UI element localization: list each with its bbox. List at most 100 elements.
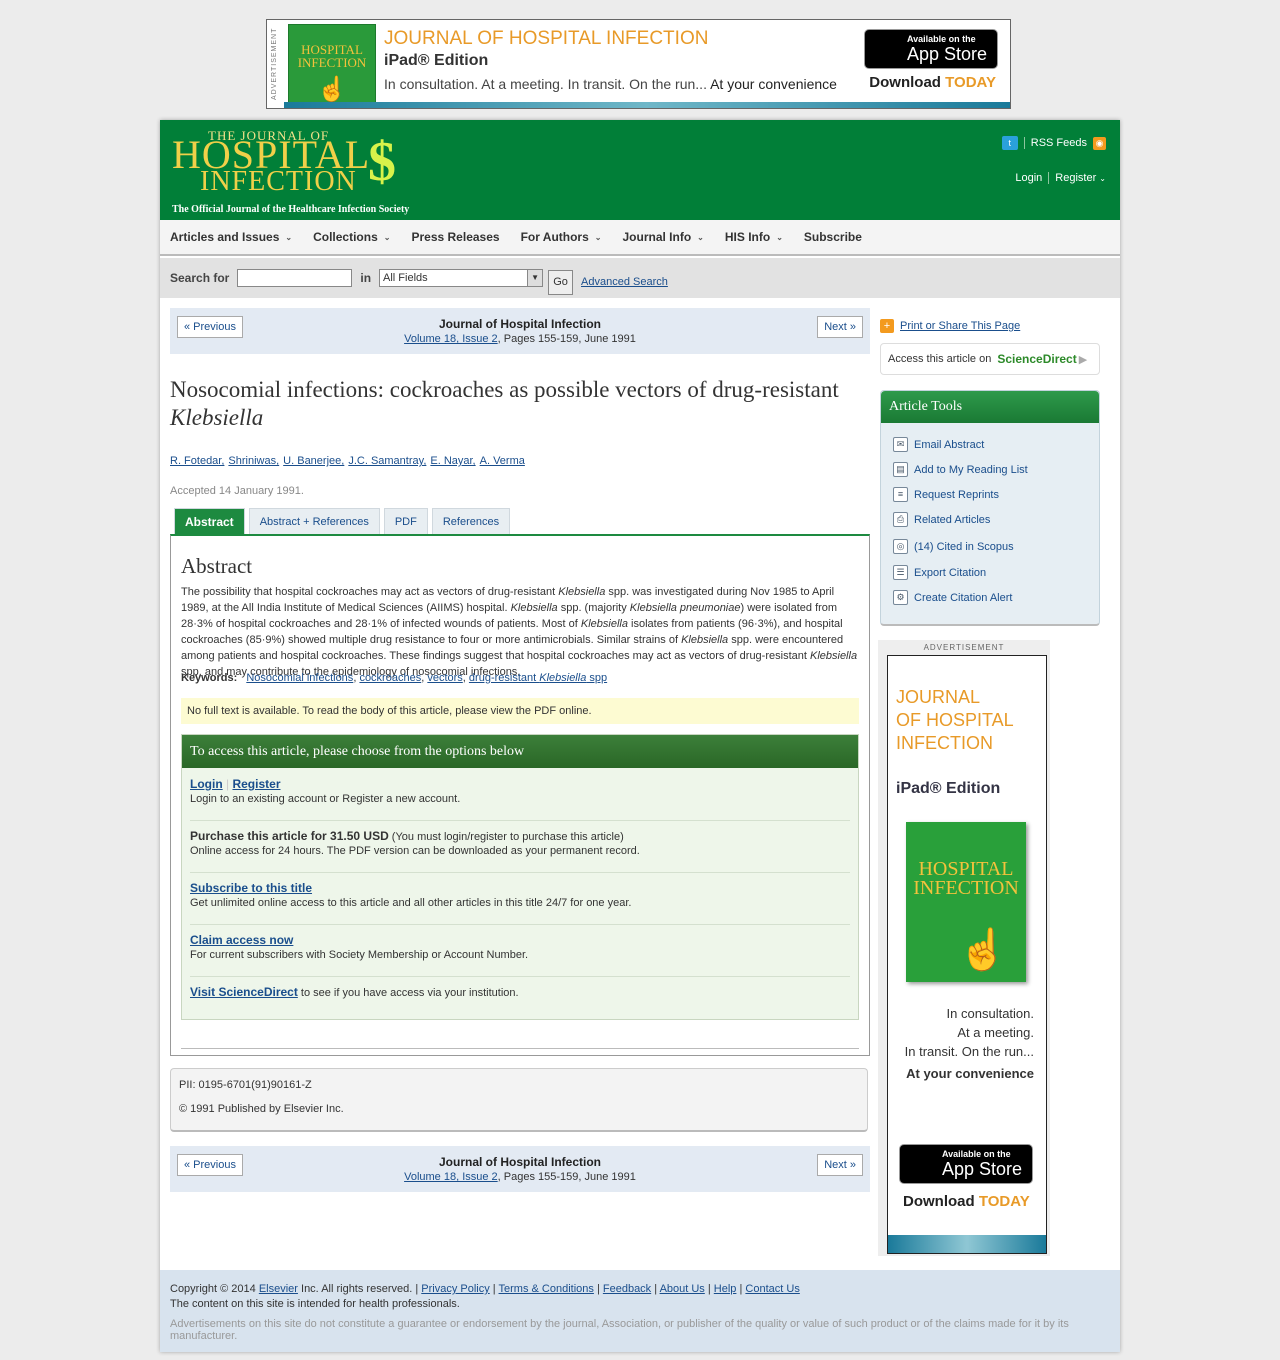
tool-reading-list[interactable]: ▤ Add to My Reading List xyxy=(893,462,1028,477)
tab-pdf[interactable]: PDF xyxy=(383,508,428,534)
advanced-search-link[interactable]: Advanced Search xyxy=(581,276,668,288)
tool-label: Create Citation Alert xyxy=(914,591,1013,604)
footer-disclaimer: Advertisements on this site do not const… xyxy=(170,1318,1069,1342)
twitter-icon[interactable]: t xyxy=(1001,136,1018,150)
author-link[interactable]: A. Verma xyxy=(480,455,525,467)
abstract-span: The possibility that hospital cockroache… xyxy=(181,586,559,598)
app-store-button[interactable]: Available on the App Store xyxy=(899,1144,1033,1184)
tool-reprints[interactable]: ≡ Request Reprints xyxy=(893,487,999,502)
purchase-link[interactable]: Purchase this article for 31.50 USD xyxy=(190,829,389,843)
abstract-heading: Abstract xyxy=(181,554,253,578)
footer-link-about-us[interactable]: About Us xyxy=(660,1283,705,1295)
keyword-link[interactable]: cockroaches xyxy=(359,672,421,684)
tool-email[interactable]: ✉ Email Abstract xyxy=(893,437,984,452)
sciencedirect-access[interactable]: Access this article on ScienceDirect ▶ xyxy=(880,343,1100,375)
advertisement-label: ADVERTISEMENT xyxy=(923,643,1005,652)
side-ad-tagline-2: At a meeting. xyxy=(957,1025,1034,1040)
author-link[interactable]: Shriniwas, xyxy=(228,455,279,467)
login-link[interactable]: Login xyxy=(190,777,223,791)
side-advertisement[interactable]: ADVERTISEMENT JOURNAL OF HOSPITAL INFECT… xyxy=(878,640,1050,1256)
tab-references[interactable]: References xyxy=(431,508,511,534)
search-input[interactable] xyxy=(237,269,353,287)
author-link[interactable]: E. Nayar, xyxy=(430,455,475,467)
ad-tagline-a: In consultation. At a meeting. In transi… xyxy=(384,76,707,92)
nav-item-label: Collections xyxy=(313,230,378,244)
visit-sciencedirect-link[interactable]: Visit ScienceDirect xyxy=(190,985,298,999)
claim-access-link[interactable]: Claim access now xyxy=(190,933,293,947)
keyword-link[interactable]: drug-resistant Klebsiella spp xyxy=(469,672,607,684)
sciencedirect-logo[interactable]: ScienceDirect xyxy=(997,352,1076,366)
register-link[interactable]: Register xyxy=(232,777,280,791)
publication-info: PII: 0195-6701(91)90161-Z © 1991 Publish… xyxy=(170,1068,868,1132)
side-ad-edition: iPad® Edition xyxy=(896,780,1001,797)
tab-abstract-references[interactable]: Abstract + References xyxy=(248,508,380,534)
keyword-link[interactable]: vectors xyxy=(427,672,462,684)
footer-link-help[interactable]: Help xyxy=(714,1283,737,1295)
go-button[interactable]: Go xyxy=(548,269,574,295)
next-button[interactable]: Next » xyxy=(817,316,863,338)
nav-item-label: Subscribe xyxy=(803,230,862,244)
footer-link-contact-us[interactable]: Contact Us xyxy=(745,1283,799,1295)
ad-download: Download TODAY xyxy=(869,74,996,91)
claim-description: For current subscribers with Society Mem… xyxy=(190,949,529,961)
journal-name: Journal of Hospital Infection xyxy=(438,317,601,331)
copyright-text: © 1991 Published by Elsevier Inc. xyxy=(179,1103,344,1115)
access-on-label: Access this article on xyxy=(888,353,992,365)
login-link[interactable]: Login xyxy=(1015,172,1042,184)
side-ad-cover-title: HOSPITAL INFECTION xyxy=(913,858,1019,899)
print-share[interactable]: + Print or Share This Page xyxy=(880,319,1020,333)
print-share-link[interactable]: Print or Share This Page xyxy=(900,320,1020,332)
chevron-down-icon: ⌄ xyxy=(594,232,602,242)
nav-item-journal-info[interactable]: Journal Info ⌄ xyxy=(622,230,703,244)
journal-logo[interactable]: THE JOURNAL OF HOSPITAL INFECTION $ The … xyxy=(170,128,430,216)
rss-feeds-link[interactable]: RSS Feeds xyxy=(1031,137,1087,149)
chevron-down-icon: ⌄ xyxy=(285,232,293,242)
top-advertisement[interactable]: ADVERTISEMENT HOSPITAL INFECTION ☝ JOURN… xyxy=(266,19,1011,109)
subscribe-link[interactable]: Subscribe to this title xyxy=(190,881,312,895)
access-option-purchase: Purchase this article for 31.50 USD (You… xyxy=(190,829,850,873)
abstract-italic: Klebsiella pneumoniae xyxy=(629,602,741,614)
nav-item-collections[interactable]: Collections ⌄ xyxy=(313,230,390,244)
nav-item-articles-and-issues[interactable]: Articles and Issues ⌄ xyxy=(170,230,292,244)
tap-hand-icon: ☝ xyxy=(317,76,347,103)
nav-item-his-info[interactable]: HIS Info ⌄ xyxy=(725,230,783,244)
nav-item-for-authors[interactable]: For Authors ⌄ xyxy=(521,230,602,244)
author-link[interactable]: R. Fotedar, xyxy=(170,455,224,467)
nav-item-label: For Authors xyxy=(520,230,589,244)
volume-link[interactable]: Volume 18, Issue 2 xyxy=(404,1171,498,1183)
tool-citation-alert[interactable]: ⚙ Create Citation Alert xyxy=(893,590,1012,605)
search-field-value: All Fields xyxy=(383,272,428,284)
footer-link-feedback[interactable]: Feedback xyxy=(603,1283,651,1295)
side-ad-tagline-3: In transit. On the run... xyxy=(904,1044,1034,1059)
nav-item-subscribe[interactable]: Subscribe xyxy=(804,230,862,244)
article-pager-top: « Previous Journal of Hospital Infection… xyxy=(170,308,870,354)
volume-link[interactable]: Volume 18, Issue 2 xyxy=(404,333,498,345)
keyword-link[interactable]: Nosocomial infections xyxy=(246,672,353,684)
app-store-big: App Store xyxy=(942,1159,1023,1179)
footer-link-terms-conditions[interactable]: Terms & Conditions xyxy=(499,1283,594,1295)
author-link[interactable]: U. Banerjee, xyxy=(283,455,344,467)
site-header: THE JOURNAL OF HOSPITAL INFECTION $ The … xyxy=(160,120,1120,220)
elsevier-link[interactable]: Elsevier xyxy=(259,1283,298,1295)
side-ad-tagline-4: At your convenience xyxy=(906,1066,1034,1081)
rss-icon[interactable]: ◉ xyxy=(1093,136,1106,150)
app-store-button[interactable]: Available on the App Store xyxy=(864,29,998,69)
logo-big-text-2: INFECTION xyxy=(200,166,357,197)
author-link[interactable]: J.C. Samantray, xyxy=(348,455,426,467)
register-menu[interactable]: Register ⌄ xyxy=(1055,172,1106,184)
next-button[interactable]: Next » xyxy=(817,1154,863,1176)
title-italic: Klebsiella xyxy=(170,405,264,430)
arrow-right-icon: ▶ xyxy=(1078,353,1088,366)
nav-item-press-releases[interactable]: Press Releases xyxy=(411,230,499,244)
footer-link-privacy-policy[interactable]: Privacy Policy xyxy=(421,1283,489,1295)
search-field-select[interactable]: All Fields ▼ xyxy=(379,269,544,287)
main-navigation: Articles and Issues ⌄ Collections ⌄ Press Re… xyxy=(160,220,1120,256)
tool-export-citation[interactable]: ☰ Export Citation xyxy=(893,565,986,580)
tool-scopus[interactable]: ◎ (14) Cited in Scopus xyxy=(893,539,1014,554)
side-ad-box[interactable]: JOURNAL OF HOSPITAL INFECTION iPad® Edit… xyxy=(887,655,1047,1254)
tool-related-articles[interactable]: ⎙ Related Articles xyxy=(893,512,990,527)
no-full-text-notice: No full text is available. To read the b… xyxy=(181,698,859,724)
side-ad-title-3: INFECTION xyxy=(896,733,993,753)
visit-description: to see if you have access via your insti… xyxy=(297,987,519,999)
tab-abstract[interactable]: Abstract xyxy=(174,508,245,534)
